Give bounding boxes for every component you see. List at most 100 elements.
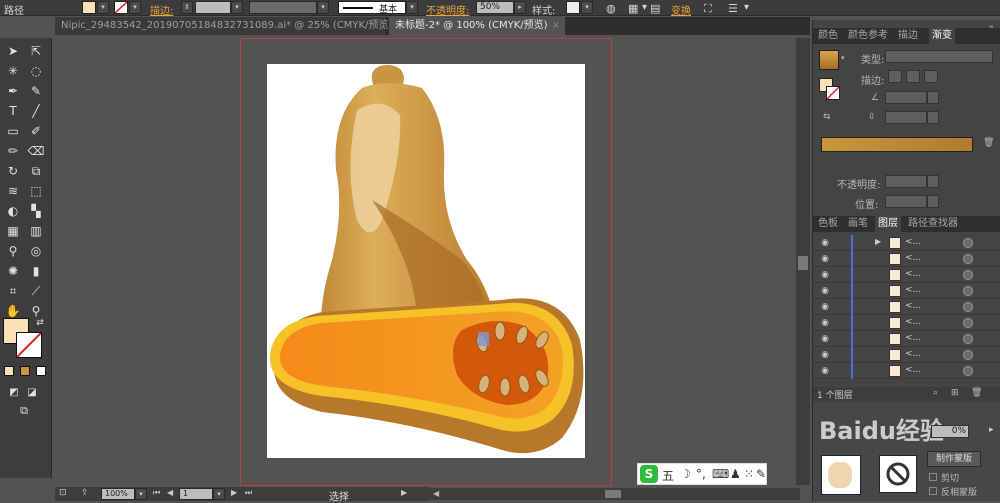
eye-icon[interactable]: ◉ — [819, 237, 831, 249]
selection-tool-icon[interactable]: ➤ — [3, 42, 23, 60]
expand-icon[interactable]: ▶ — [875, 237, 881, 246]
target-icon[interactable] — [963, 318, 973, 328]
isolate-icon[interactable]: ⛶ — [704, 2, 712, 16]
eraser-tool-icon[interactable]: ⌫ — [26, 142, 46, 160]
tools-icon[interactable]: ✎ — [756, 467, 766, 481]
warp-tool-icon[interactable]: ≋ — [3, 182, 23, 200]
tab-pathfinder[interactable]: 路径查找器 — [905, 216, 961, 232]
eye-icon[interactable]: ◉ — [819, 349, 831, 361]
opacity-field[interactable]: 50% — [476, 1, 514, 14]
tab-layers[interactable]: 图层 — [875, 216, 901, 232]
zoom-dropdown[interactable]: ▾ — [135, 488, 147, 500]
artboard-nav-icon[interactable]: ⊡ — [59, 488, 67, 498]
direct-selection-tool-icon[interactable]: ⇱ — [26, 42, 46, 60]
menu-dropdown-icon[interactable]: ▾ — [744, 2, 749, 13]
paintbrush-tool-icon[interactable]: ✐ — [26, 122, 46, 140]
input-mode-label[interactable]: 五 — [662, 467, 674, 484]
rotate-tool-icon[interactable]: ↻ — [3, 162, 23, 180]
export-icon[interactable]: ⇪ — [81, 488, 89, 498]
zoom-field[interactable]: 100% — [101, 488, 135, 500]
gradient-type-select[interactable] — [885, 50, 993, 63]
pencil-tool-icon[interactable]: ✏ — [3, 142, 23, 160]
reverse-gradient-icon[interactable]: ⇆ — [823, 112, 831, 122]
layer-row[interactable]: ◉ <... — [813, 267, 1000, 283]
column-graph-tool-icon[interactable]: ▮ — [26, 262, 46, 280]
page-dropdown[interactable]: ▾ — [213, 488, 225, 500]
layer-row[interactable]: ◉ <... — [813, 347, 1000, 363]
half-width-icon[interactable]: ☽ — [680, 467, 691, 481]
close-icon[interactable]: × — [552, 20, 560, 31]
screen-mode-icon[interactable]: ⧉ — [14, 402, 34, 420]
clip-checkbox[interactable] — [929, 473, 937, 481]
gradient-stroke-box[interactable] — [826, 86, 840, 100]
variable-width-field[interactable] — [249, 1, 317, 14]
stroke-gradient-across-icon[interactable] — [924, 70, 938, 83]
scale-tool-icon[interactable]: ⧉ — [26, 162, 46, 180]
menu-icon[interactable]: ☰ — [728, 2, 738, 15]
align-icon[interactable]: ▦ — [628, 2, 638, 15]
blend-tool-icon[interactable]: ◎ — [26, 242, 46, 260]
tab-gradient[interactable]: 渐变 — [929, 28, 955, 44]
delete-layer-icon[interactable]: 🗑 — [971, 388, 982, 398]
target-icon[interactable] — [963, 302, 973, 312]
fill-swatch[interactable] — [82, 1, 96, 14]
graphic-style-swatch[interactable] — [566, 1, 580, 14]
gradient-slider[interactable] — [821, 137, 973, 152]
eye-icon[interactable]: ◉ — [819, 285, 831, 297]
stroke-swatch[interactable] — [114, 1, 128, 14]
free-transform-tool-icon[interactable]: ⬚ — [26, 182, 46, 200]
gradient-mode-icon[interactable] — [20, 366, 30, 376]
angle-dropdown[interactable] — [927, 91, 939, 104]
vertical-scrollbar[interactable] — [796, 38, 810, 485]
stroke-weight-stepper[interactable]: ⇕ — [181, 1, 193, 14]
stop-position-dropdown[interactable] — [927, 195, 939, 208]
layer-row[interactable]: ◉ ▶ <... — [813, 235, 1000, 251]
fill-dropdown[interactable]: ▾ — [97, 1, 109, 14]
layer-row[interactable]: ◉ <... — [813, 299, 1000, 315]
layer-row[interactable]: ◉ <... — [813, 283, 1000, 299]
transform-label[interactable]: 变换 — [671, 2, 691, 17]
variable-width-dropdown[interactable]: ▾ — [317, 1, 329, 14]
grid-icon[interactable]: ⁙ — [744, 467, 754, 481]
tab-color[interactable]: 颜色 — [815, 28, 841, 44]
none-mode-icon[interactable] — [36, 366, 46, 376]
object-thumbnail[interactable] — [821, 455, 861, 495]
distribute-icon[interactable]: ▤ — [650, 2, 660, 15]
transparency-opacity-field[interactable]: 0% — [931, 425, 969, 438]
punctuation-icon[interactable]: °, — [696, 467, 706, 481]
target-icon[interactable] — [963, 334, 973, 344]
prev-page-icon[interactable]: ◀ — [167, 488, 173, 497]
shape-builder-tool-icon[interactable]: ◐ — [3, 202, 23, 220]
line-tool-icon[interactable]: ╱ — [26, 102, 46, 120]
stop-opacity-field[interactable] — [885, 175, 927, 188]
recolor-icon[interactable]: ◍ — [606, 2, 616, 15]
brush-style-field[interactable]: 基本 — [338, 1, 406, 15]
stroke-label[interactable]: 描边: — [150, 2, 173, 17]
keyboard-icon[interactable]: ⌨ — [712, 467, 729, 481]
opacity-menu-icon[interactable]: ▸ — [989, 425, 994, 435]
make-mask-button[interactable]: 制作蒙版 — [927, 451, 981, 467]
new-layer-icon[interactable]: ⊞ — [951, 388, 959, 398]
brush-style-dropdown[interactable]: ▾ — [406, 1, 418, 14]
opacity-dropdown[interactable]: ▸ — [514, 1, 526, 14]
magic-wand-tool-icon[interactable]: ✳ — [3, 62, 23, 80]
stroke-dropdown[interactable]: ▾ — [129, 1, 141, 14]
mask-thumbnail[interactable] — [879, 455, 917, 493]
tab-color-guide[interactable]: 颜色参考 — [845, 28, 891, 44]
symbol-sprayer-tool-icon[interactable]: ✺ — [3, 262, 23, 280]
layer-row[interactable]: ◉ <... — [813, 315, 1000, 331]
layer-row[interactable]: ◉ <... — [813, 363, 1000, 379]
draw-behind-icon[interactable]: ◪ — [22, 384, 42, 402]
align-dropdown-icon[interactable]: ▾ — [642, 2, 647, 13]
locate-object-icon[interactable]: ⌕ — [933, 388, 938, 398]
eye-icon[interactable]: ◉ — [819, 317, 831, 329]
page-field[interactable]: 1 — [179, 488, 213, 500]
gradient-tool-icon[interactable]: ▥ — [26, 222, 46, 240]
slice-tool-icon[interactable]: ⟋ — [26, 282, 46, 300]
skin-icon[interactable]: ♟ — [730, 467, 741, 481]
scroll-left-icon[interactable]: ◀ — [433, 489, 439, 498]
eye-icon[interactable]: ◉ — [819, 269, 831, 281]
invert-mask-checkbox[interactable] — [929, 487, 937, 495]
graphic-style-dropdown[interactable]: ▾ — [581, 1, 593, 14]
stroke-gradient-within-icon[interactable] — [888, 70, 902, 83]
